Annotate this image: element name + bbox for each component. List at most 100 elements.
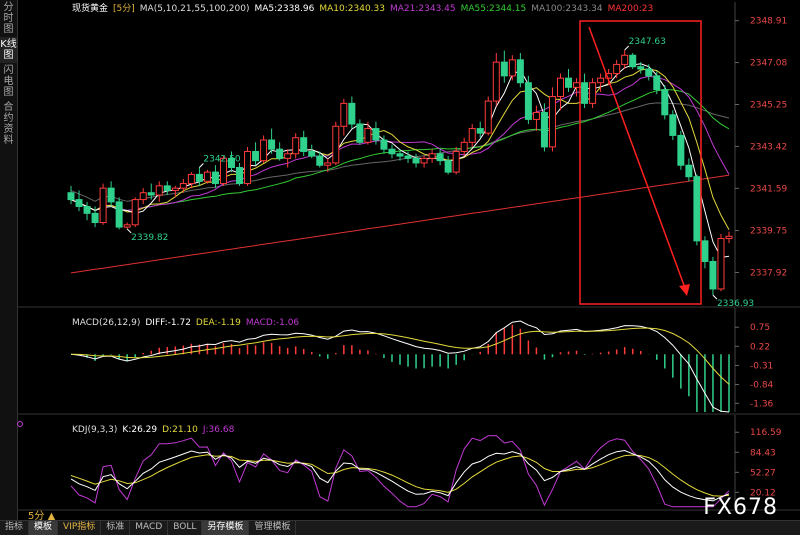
instrument-title: 现货黄金 [72,2,108,14]
candle-body [316,155,324,166]
watermark: FX678 [703,495,778,520]
price-axis-tick-label: 2348.91 [750,17,787,27]
price-axis-tick-label: 2337.92 [750,268,787,278]
candle-body [677,134,685,166]
price-axis-tick-label: 2345.25 [750,101,787,111]
candle-body [67,192,75,201]
ma-params: MA(5,10,21,55,100,200) [140,4,250,14]
candle-body [629,54,637,68]
candle-body [661,89,669,116]
candle-body [476,128,484,134]
candle-body [508,59,516,77]
candle-body [621,54,629,65]
candle-body [179,183,187,189]
sidebar-tab-3[interactable]: 合约资料 [0,100,17,148]
candle-body [709,260,717,290]
candle-body [99,187,107,224]
price-annotation: 2336.93 [717,299,754,309]
candle-body [645,68,653,77]
settings-dot-icon [17,421,23,427]
candle-body [460,141,468,152]
candle-body [524,82,532,120]
candle-body [444,160,452,173]
candle-body [669,114,677,136]
bottom-tab-0[interactable]: 指标 [0,521,30,535]
trend-arrow-line [588,26,686,289]
macd-axis-tick-label: -1.36 [750,399,774,409]
ma-value: MA200:23 [608,4,654,14]
candle-body [324,162,332,166]
price-annotation: 2347.63 [629,37,666,47]
kdj-axis-tick-label: 116.59 [750,428,782,438]
kdj-j-line [70,435,730,508]
candle-body [268,139,276,150]
candle-body [532,112,540,120]
candle-body [436,153,444,162]
sidebar-tab-0[interactable]: 分时图 [0,0,17,37]
price-axis-tick-label: 2343.42 [750,142,787,152]
kdj-value: D:21.10 [162,425,198,435]
sidebar-tab-1[interactable]: K线图 [0,37,17,63]
candle-body [123,224,131,228]
candle-body [565,77,573,88]
candle-body [195,173,203,182]
candle-body [348,102,356,125]
candle-body [685,164,693,178]
candle-body [516,59,524,84]
bottom-tab-7[interactable]: 管理模板 [249,521,297,535]
candle-body [131,199,139,226]
candle-body [139,192,147,201]
candle-body [211,171,219,185]
macd-axis-tick-label: 0.75 [750,323,770,333]
period-label: [5分] [113,3,135,14]
candle-body [203,171,211,182]
bottom-tab-4[interactable]: MACD [130,521,169,535]
ma-value: MA21:2343.45 [390,4,456,14]
price-annotation: 2342.50 [203,155,240,165]
macd-value: DEA:-1.19 [196,318,241,328]
candle-body [717,238,725,290]
bottom-toolbar: 指标 模板 VIP指标 标准 MACD BOLL 另存模板 管理模板 [0,520,800,535]
candle-body [147,192,155,196]
candle-body [396,153,404,157]
chart-area[interactable]: 2348.91 2347.08 2345.25 2343.42 2341.59 2339.… [17,0,800,520]
price-annotation: 2339.82 [131,233,168,243]
candle-body [597,77,605,84]
macd-value: DIFF:-1.72 [145,318,191,328]
candle-body [653,75,661,91]
candle-body [484,100,492,134]
candle-body [187,173,195,185]
candle-body [725,235,733,240]
candle-body [388,148,396,155]
macd-axis-tick-label: -0.84 [750,381,774,391]
macd-axis-tick-label: -0.31 [750,361,773,371]
price-axis-tick-label: 2347.08 [750,59,787,69]
candle-body [412,157,420,164]
candle-body [540,112,548,148]
bottom-tab-5[interactable]: BOLL [168,521,203,535]
candle-body [340,102,348,127]
candle-body [356,123,364,143]
candle-body [155,185,163,196]
macd-value: MACD:-1.06 [246,318,300,328]
sidebar-tab-2[interactable]: 闪电图 [0,63,17,100]
candle-body [468,128,476,143]
bottom-tab-1[interactable]: 模板 [29,521,59,535]
candle-body [548,95,556,148]
candle-body [244,150,252,185]
candle-body [171,187,179,191]
bottom-tab-3[interactable]: 标准 [101,521,131,535]
candle-body [500,61,508,77]
price-header: 现货黄金 [5分] MA(5,10,21,55,100,200) MA5:2338.9… [72,2,653,14]
candle-body [364,128,372,143]
candle-body [332,125,340,164]
bottom-tab-6[interactable]: 另存模板 [202,521,250,535]
candle-body [404,155,412,159]
macd-diff-line [70,320,730,413]
bottom-tab-2[interactable]: VIP指标 [58,521,102,535]
candle-body [589,82,597,104]
candle-body [556,77,564,97]
candle-body [236,167,244,185]
candle-body [252,150,260,162]
candle-body [91,212,99,224]
